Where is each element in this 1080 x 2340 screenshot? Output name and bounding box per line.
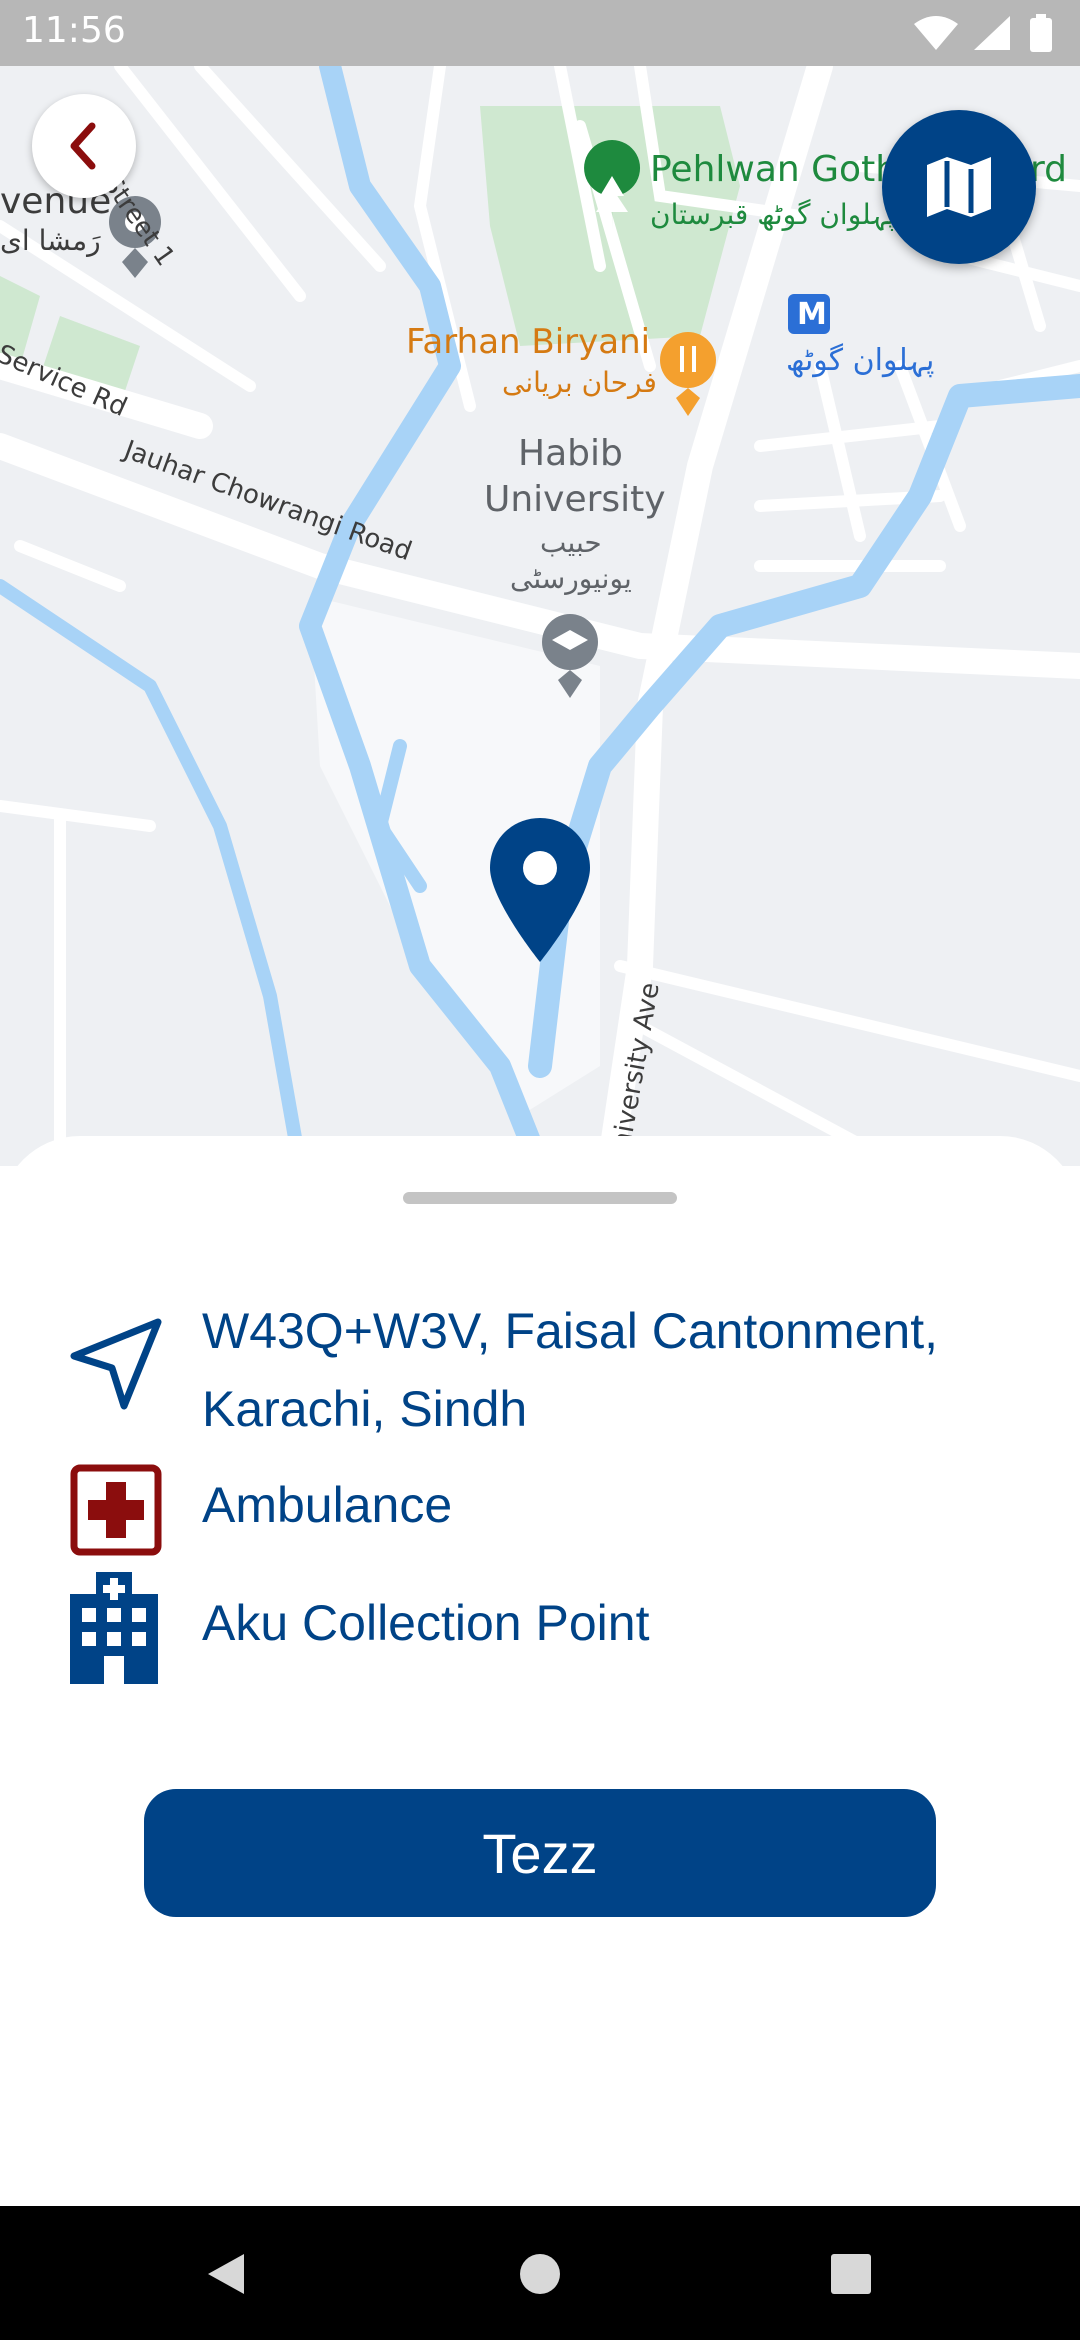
- location-details-sheet: W43Q+W3V, Faisal Cantonment, Karachi, Si…: [0, 1136, 1080, 2206]
- tezz-button[interactable]: Tezz: [144, 1789, 936, 1917]
- map-label-metro-station: پہلوان گوٹھ: [786, 343, 935, 378]
- water-channel-west: [0, 579, 307, 1166]
- sheet-drag-handle[interactable]: [403, 1192, 677, 1204]
- hospital-building-icon: [70, 1572, 158, 1684]
- location-pin-icon[interactable]: [490, 818, 590, 962]
- service-type-row: Ambulance: [60, 1464, 1040, 1556]
- map-label-habib-line1: Habib: [518, 433, 623, 474]
- map-label-habib-urdu1: حبیب: [540, 526, 602, 559]
- navigation-arrow-icon: [70, 1318, 162, 1410]
- medical-cross-icon: [70, 1464, 162, 1556]
- map-view-toggle-button[interactable]: [882, 110, 1036, 264]
- status-bar: 11:56: [0, 0, 1080, 66]
- nav-recents-icon[interactable]: [830, 2253, 872, 2295]
- facility-row: Aku Collection Point: [60, 1568, 1040, 1698]
- map-label-farhan-biryani-urdu: فرحان بریانی: [502, 366, 657, 399]
- map-icon: [927, 157, 991, 217]
- metro-badge-label: M: [797, 297, 827, 332]
- map-label-pehlwan-goth: Pehlwan Goth: [650, 149, 899, 190]
- chevron-left-icon: [70, 122, 96, 170]
- map-label-pehlwan-goth-urdu: پہلوان گوٹھ قبرستان: [650, 198, 896, 231]
- address-row: W43Q+W3V, Faisal Cantonment, Karachi, Si…: [60, 1292, 1040, 1452]
- status-time: 11:56: [22, 10, 126, 51]
- facility-text: Aku Collection Point: [202, 1595, 650, 1651]
- system-navigation-bar: [0, 2206, 1080, 2340]
- map-label-habib-line2: University: [484, 479, 666, 520]
- map-label-habib-urdu2: یونیورسٹی: [510, 562, 632, 595]
- wifi-icon: [914, 16, 958, 50]
- nav-back-icon[interactable]: [204, 2250, 248, 2298]
- map-label-avenue-urdu: رَمشا ای: [0, 224, 101, 257]
- address-text: W43Q+W3V, Faisal Cantonment, Karachi, Si…: [202, 1303, 938, 1437]
- service-type-text: Ambulance: [202, 1477, 453, 1533]
- map-label-farhan-biryani: Farhan Biryani: [406, 322, 651, 362]
- cell-signal-icon: [974, 16, 1010, 50]
- status-icons: [914, 14, 1052, 52]
- nav-home-icon[interactable]: [518, 2252, 562, 2296]
- back-button[interactable]: [32, 94, 136, 198]
- battery-icon: [1030, 18, 1052, 52]
